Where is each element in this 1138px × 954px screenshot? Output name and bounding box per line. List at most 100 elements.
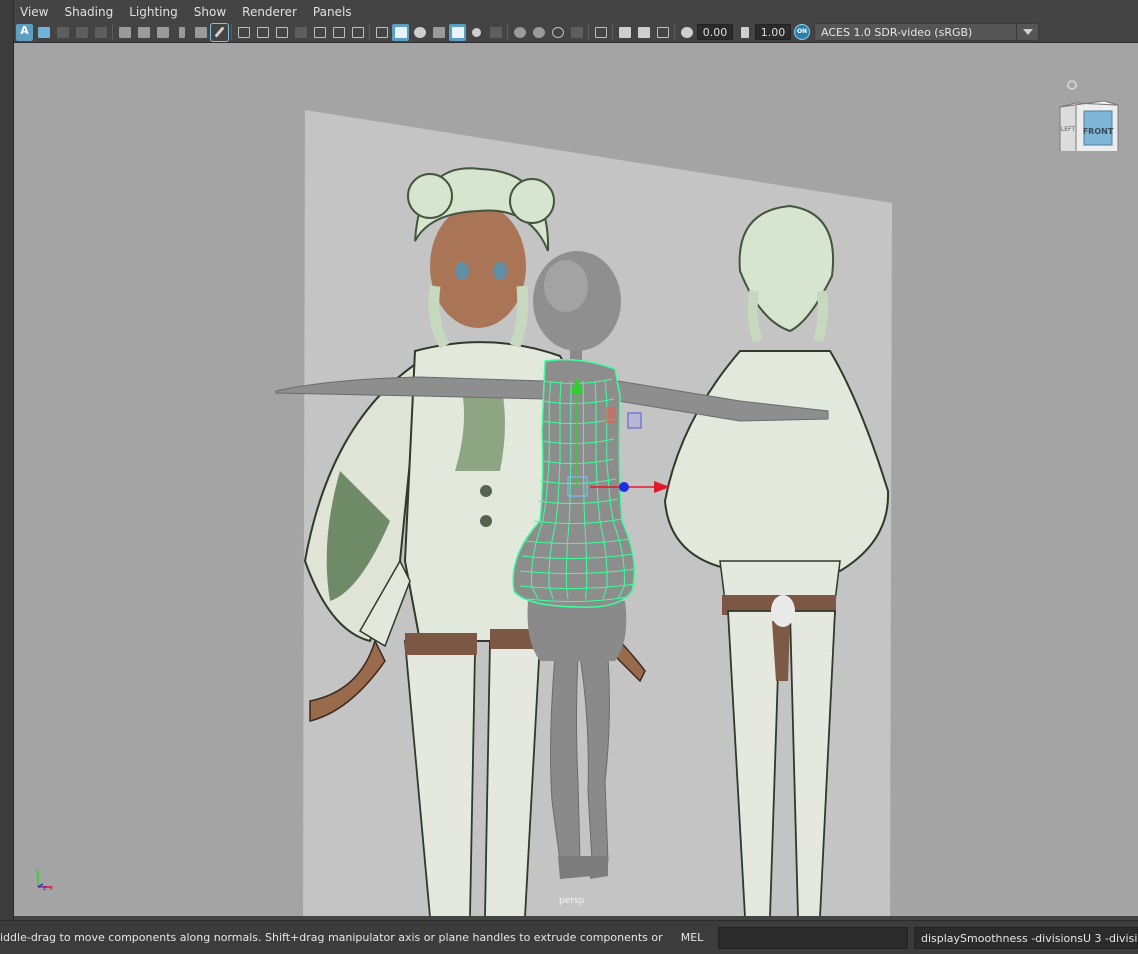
menu-shading[interactable]: Shading bbox=[64, 5, 113, 19]
lighting-sphere-icon bbox=[413, 26, 426, 38]
viewcube-front-label: FRONT bbox=[1083, 127, 1114, 136]
toolbar-separator bbox=[112, 24, 113, 40]
scene-canvas bbox=[275, 110, 892, 916]
view-transform-dropdown[interactable]: ACES 1.0 SDR-video (sRGB) bbox=[814, 23, 1039, 41]
menu-view[interactable]: View bbox=[20, 5, 48, 19]
film-gate-button[interactable] bbox=[254, 24, 271, 41]
smooth-shade-cube-icon bbox=[394, 26, 407, 38]
depth-of-field-button[interactable] bbox=[568, 24, 585, 41]
axis-gizmo-icon: y z x bbox=[35, 867, 53, 892]
select-camera-icon: A bbox=[17, 25, 32, 39]
viewport-persp[interactable]: LEFT FRONT y z x persp bbox=[14, 42, 1138, 916]
menu-show[interactable]: Show bbox=[194, 5, 226, 19]
motion-blur-icon bbox=[532, 26, 545, 38]
screen-space-ao-button[interactable] bbox=[511, 24, 528, 41]
wireframe-button[interactable] bbox=[373, 24, 390, 41]
bookmark-flag-button[interactable] bbox=[173, 24, 190, 41]
help-command-line: iddle-drag to move components along norm… bbox=[0, 920, 1138, 954]
backface-culling-button[interactable] bbox=[654, 24, 671, 41]
field-chart-icon bbox=[313, 26, 326, 38]
home-icon bbox=[1067, 80, 1077, 90]
default-lighting-button[interactable] bbox=[411, 24, 428, 41]
axis-y-label: y bbox=[35, 867, 39, 875]
wireframe-cube-icon bbox=[375, 26, 388, 38]
safe-title-icon bbox=[351, 26, 364, 38]
toolbar-separator bbox=[369, 24, 370, 40]
image-plane-icon bbox=[75, 26, 88, 38]
exposure-field[interactable]: 0.00 bbox=[697, 24, 733, 40]
camera-movie-button[interactable] bbox=[135, 24, 152, 41]
pencil-tool-button[interactable] bbox=[210, 22, 229, 42]
camera-toggle-button[interactable] bbox=[154, 24, 171, 41]
gamma-field[interactable]: 1.00 bbox=[755, 24, 791, 40]
toolbar-separator bbox=[588, 24, 589, 40]
help-line: iddle-drag to move components along norm… bbox=[0, 931, 666, 944]
multisample-aa-button[interactable] bbox=[549, 24, 566, 41]
axis-z-label: z bbox=[43, 884, 47, 892]
anti-alias-icon bbox=[551, 26, 564, 38]
gamma-icon bbox=[740, 26, 749, 38]
grid-button[interactable] bbox=[235, 24, 252, 41]
xray-joints-button[interactable] bbox=[616, 24, 633, 41]
shadows-button[interactable] bbox=[487, 24, 504, 41]
isolate-select-button[interactable] bbox=[592, 24, 609, 41]
toolbar-separator bbox=[674, 24, 675, 40]
depth-of-field-icon bbox=[570, 26, 583, 38]
toolbar-separator bbox=[231, 24, 232, 40]
command-input[interactable] bbox=[718, 926, 908, 949]
textured-button[interactable] bbox=[430, 24, 447, 41]
2d-pan-zoom-icon bbox=[94, 26, 107, 38]
film-gate-icon bbox=[256, 26, 269, 38]
field-chart-button[interactable] bbox=[311, 24, 328, 41]
view-cube-icon: LEFT FRONT bbox=[1059, 80, 1136, 163]
menu-panels[interactable]: Panels bbox=[313, 5, 352, 19]
menu-renderer[interactable]: Renderer bbox=[242, 5, 297, 19]
gate-mask-icon bbox=[294, 26, 307, 38]
toolbar-separator bbox=[507, 24, 508, 40]
view-cube[interactable]: LEFT FRONT bbox=[1056, 71, 1136, 163]
ambient-occlusion-icon bbox=[513, 26, 526, 38]
shadows-icon bbox=[489, 26, 502, 38]
xray-joints-icon bbox=[618, 26, 631, 38]
xray-button[interactable] bbox=[449, 23, 466, 41]
use-all-lights-button[interactable] bbox=[468, 24, 485, 41]
grid-icon bbox=[237, 26, 250, 38]
image-plane-button[interactable] bbox=[73, 24, 90, 41]
panel-menu-bar: View Shading Lighting Show Renderer Pane… bbox=[14, 0, 1138, 24]
mel-language-toggle[interactable]: MEL bbox=[666, 931, 718, 944]
xray-icon bbox=[451, 26, 464, 38]
select-camera-button[interactable]: A bbox=[16, 23, 33, 41]
safe-action-icon bbox=[332, 26, 345, 38]
menu-lighting[interactable]: Lighting bbox=[129, 5, 178, 19]
view-transform-value: ACES 1.0 SDR-video (sRGB) bbox=[821, 26, 973, 39]
grease-pencil-button[interactable] bbox=[192, 24, 209, 41]
bookmarks-button[interactable] bbox=[54, 24, 71, 41]
toolbar-separator bbox=[612, 24, 613, 40]
2d-pan-zoom-button[interactable] bbox=[92, 24, 109, 41]
camera-attributes-button[interactable] bbox=[35, 24, 52, 41]
maya-window: View Shading Lighting Show Renderer Pane… bbox=[0, 0, 1138, 954]
resolution-gate-icon bbox=[275, 26, 288, 38]
gate-mask-button[interactable] bbox=[292, 24, 309, 41]
motion-blur-button[interactable] bbox=[530, 24, 547, 41]
color-management-toggle[interactable]: ON bbox=[794, 24, 810, 40]
xray-active-components-button[interactable] bbox=[635, 24, 652, 41]
pencil-icon bbox=[214, 26, 225, 38]
grease-pencil-icon bbox=[194, 26, 207, 38]
smooth-shade-button[interactable] bbox=[392, 23, 409, 41]
camera-label: persp bbox=[559, 896, 585, 906]
safe-title-button[interactable] bbox=[349, 24, 366, 41]
exposure-toggle-button[interactable] bbox=[678, 24, 695, 41]
bookmarks-icon bbox=[56, 26, 69, 38]
gamma-toggle-button[interactable] bbox=[736, 24, 753, 41]
command-result-line[interactable]: displaySmoothness -divisionsU 3 -divisio bbox=[914, 926, 1138, 949]
left-panel-border bbox=[0, 0, 14, 920]
camera-icon bbox=[156, 26, 169, 38]
axis-x-label: x bbox=[49, 884, 53, 892]
chevron-down-icon bbox=[1016, 24, 1038, 40]
resolution-gate-button[interactable] bbox=[273, 24, 290, 41]
isolate-select-icon bbox=[594, 26, 607, 38]
xray-components-icon bbox=[637, 26, 650, 38]
safe-action-button[interactable] bbox=[330, 24, 347, 41]
lock-camera-button[interactable] bbox=[116, 24, 133, 41]
